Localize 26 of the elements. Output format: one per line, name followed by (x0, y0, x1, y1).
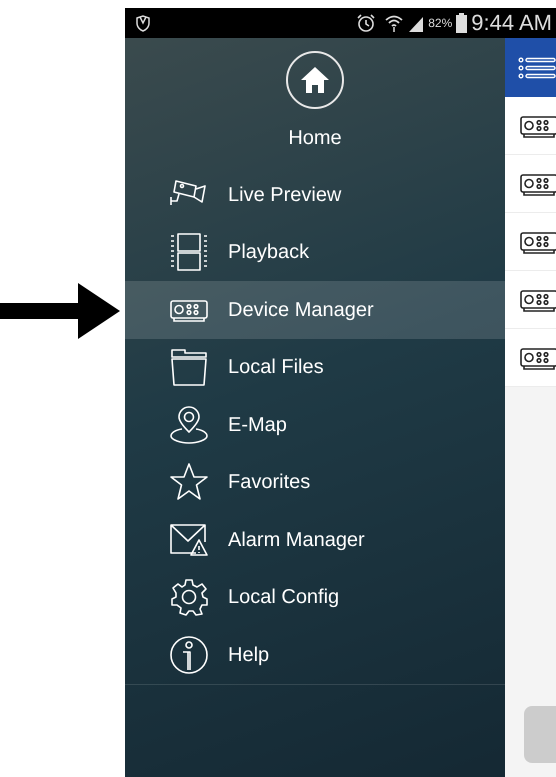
notification-icon (135, 14, 151, 32)
menu-item[interactable]: Live Preview (125, 166, 505, 224)
menu-item[interactable]: Favorites (125, 454, 505, 511)
wifi-icon (384, 13, 404, 33)
star-icon (169, 462, 209, 502)
menu-item[interactable]: Device Manager (125, 281, 505, 338)
alarm-icon (356, 13, 376, 33)
list-icon[interactable] (518, 56, 556, 78)
clock-time: 9:44 AM (471, 12, 552, 34)
menu-item[interactable]: Playback (125, 224, 505, 281)
menu-item[interactable]: E-Map (125, 396, 505, 454)
menu-item[interactable]: Alarm Manager (125, 511, 505, 568)
folder-icon (169, 347, 209, 388)
help-icon (169, 634, 209, 675)
map-pin-icon (169, 404, 209, 445)
battery-percent: 82% (428, 15, 452, 32)
film-icon (169, 232, 209, 272)
home-button[interactable] (286, 51, 344, 109)
settings-icon (169, 577, 209, 618)
home-label: Home (288, 126, 342, 150)
menu-item[interactable]: Local Files (125, 338, 505, 396)
battery-icon (456, 13, 468, 33)
menu-item[interactable]: Local Config (125, 568, 505, 626)
home-icon (300, 66, 330, 94)
menu-item[interactable]: Help (125, 626, 505, 684)
arrow-icon (0, 283, 120, 339)
